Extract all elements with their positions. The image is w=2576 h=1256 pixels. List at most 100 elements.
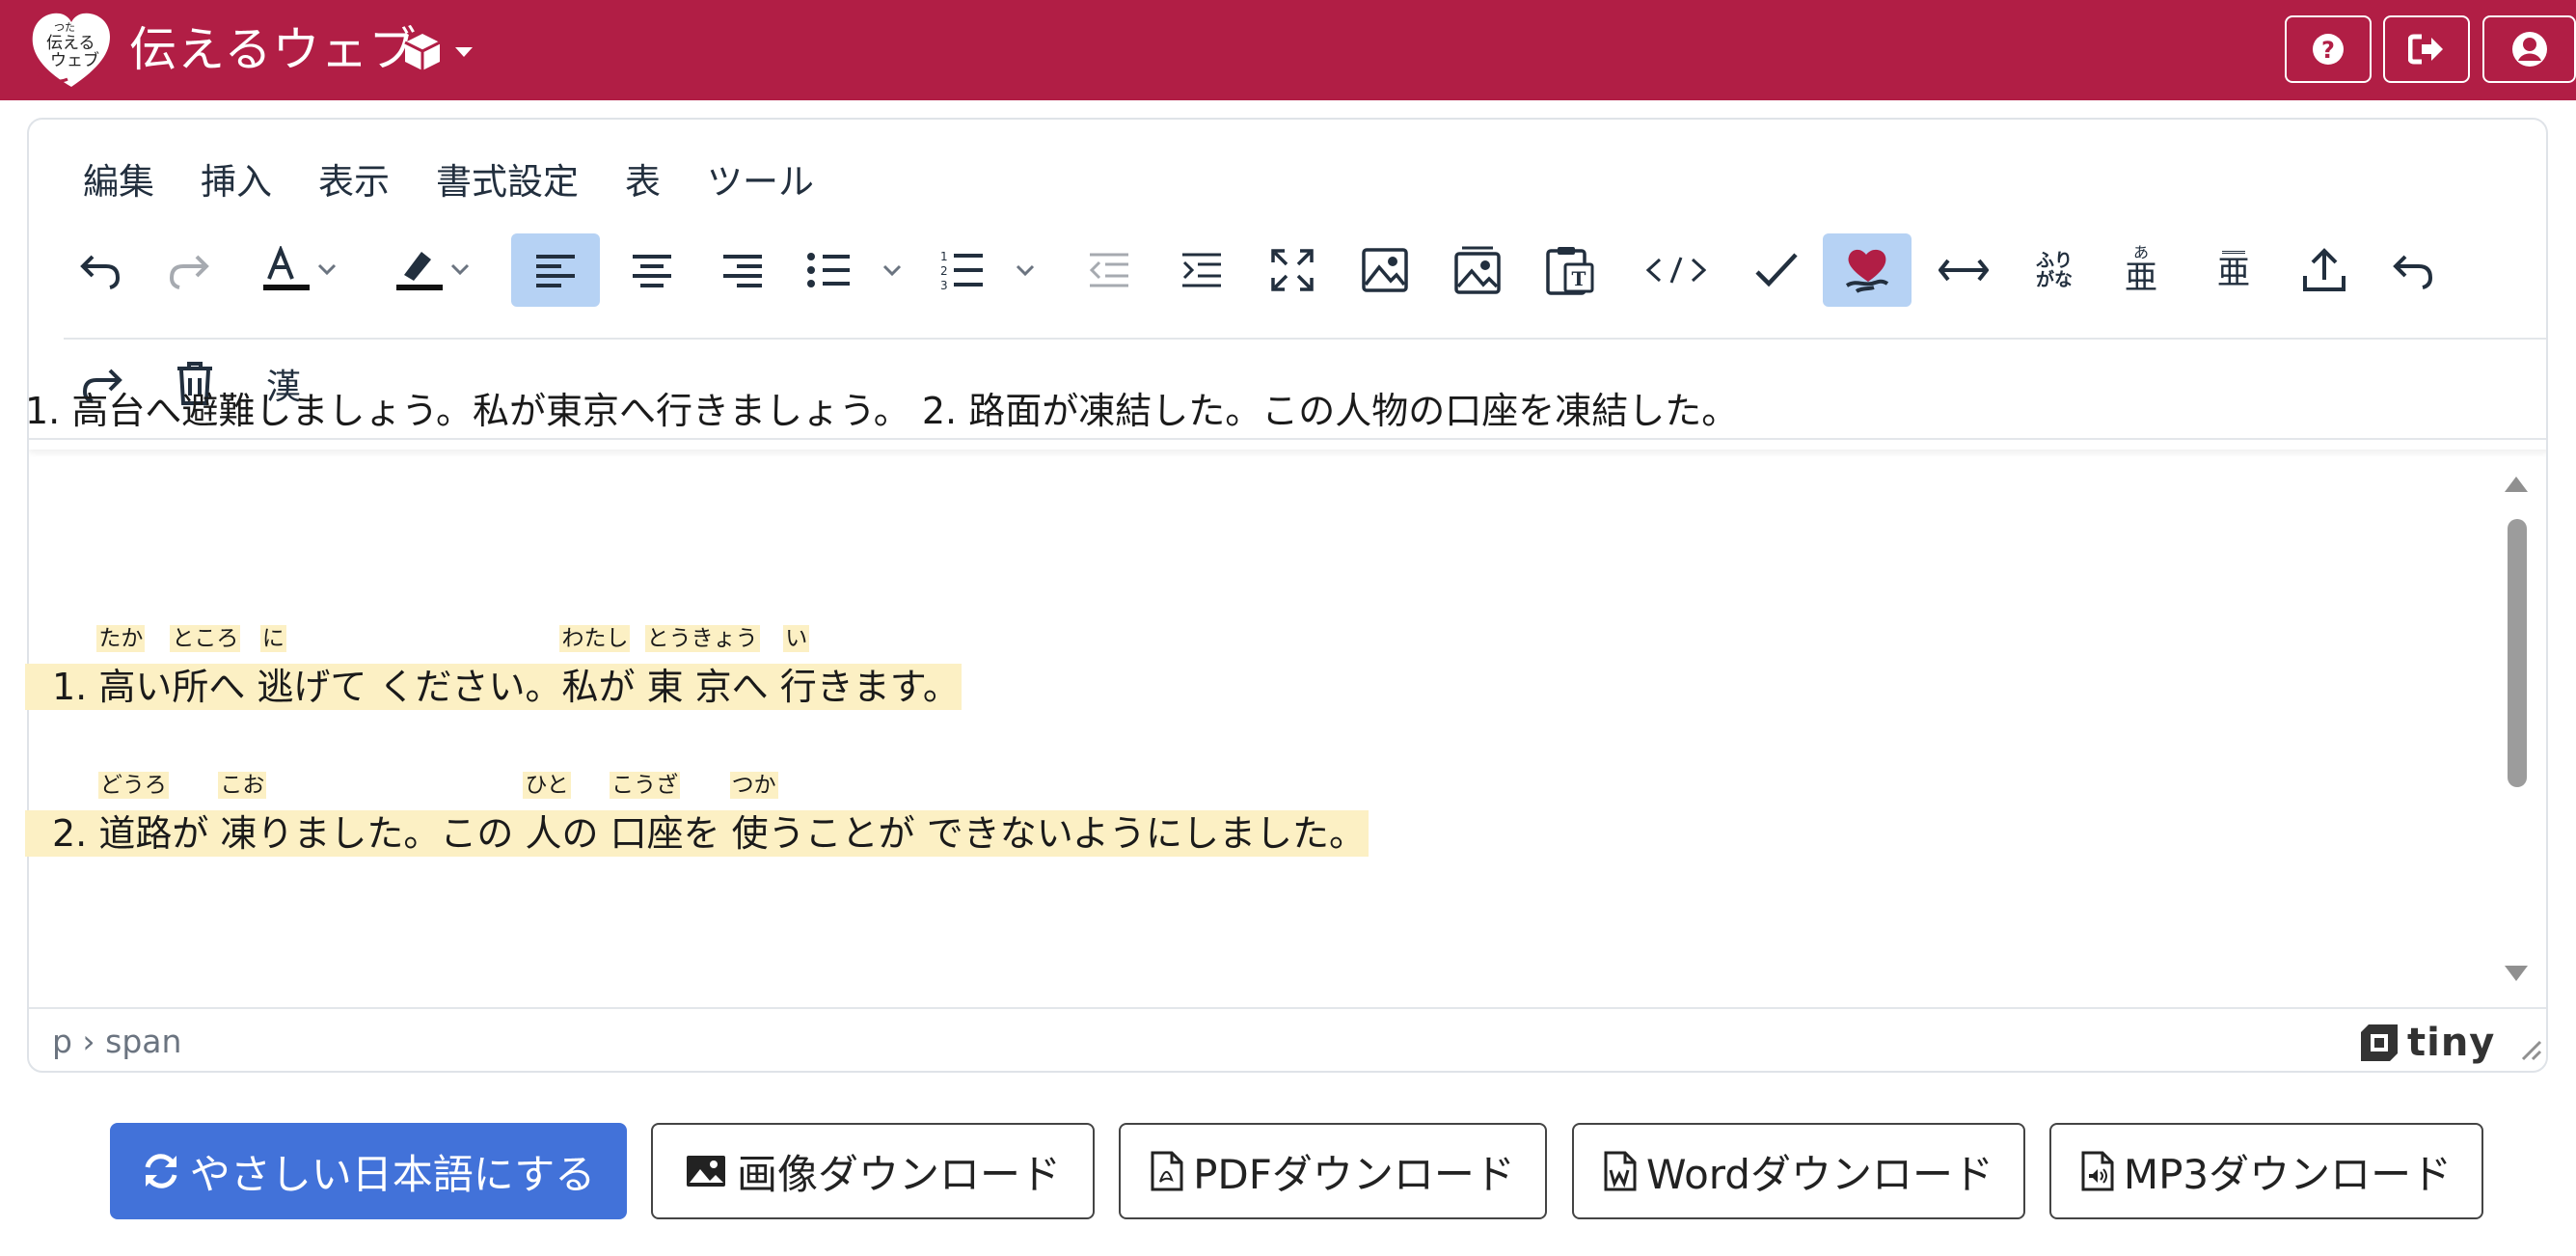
undo-button[interactable] [69, 233, 131, 307]
align-center-button[interactable] [613, 233, 691, 307]
bullet-list-button[interactable] [800, 233, 916, 307]
app-header: つた 伝える ウェブ 伝えるウェブ ? [0, 0, 2576, 100]
outdent-button[interactable] [1071, 233, 1148, 307]
logout-button[interactable] [2383, 15, 2470, 83]
simplify-japanese-button[interactable]: やさしい日本語にする [110, 1123, 627, 1219]
ruby-below-button[interactable]: 亜 [2195, 233, 2272, 307]
ruby-base-text: い [135, 666, 173, 708]
word-download-button[interactable]: Wordダウンロード [1572, 1123, 2025, 1219]
ruby-base-text: 1. [52, 666, 88, 708]
ruby-reading: に [259, 625, 286, 652]
paste-text-icon: T [1546, 247, 1594, 295]
pdf-download-button[interactable]: PDFダウンロード [1119, 1123, 1547, 1219]
align-left-button[interactable] [511, 233, 600, 307]
menu-edit[interactable]: 編集 [29, 149, 177, 216]
menu-view[interactable]: 表示 [295, 149, 413, 216]
source-code-button[interactable] [1636, 233, 1717, 307]
ruby-reading: こお [218, 772, 267, 799]
ruby-reading: ところ [170, 625, 241, 652]
ruby-base-text: 使 [731, 812, 769, 855]
menu-format[interactable]: 書式設定 [413, 149, 602, 216]
ruby-base-text: へ [208, 666, 246, 708]
ruby-base-text: の [561, 812, 599, 855]
horizontal-arrows-icon [1939, 259, 1989, 282]
ruby-base-text: 道路 [98, 812, 173, 855]
ruby-reading: どうろ [97, 772, 169, 799]
mp3-download-button[interactable]: MP3ダウンロード [2049, 1123, 2483, 1219]
ruby-reading: わたし [559, 625, 631, 652]
logo-main-text: 伝える [46, 34, 95, 53]
app-logo[interactable]: つた 伝える ウェブ [29, 10, 114, 91]
user-icon [2511, 32, 2547, 67]
pdf-download-label: PDFダウンロード [1193, 1150, 1515, 1198]
tiny-brand-text: tiny [2407, 1021, 2496, 1065]
indent-button[interactable] [1163, 233, 1240, 307]
svg-text:T: T [1572, 267, 1586, 290]
ruby-base-text: が [172, 812, 209, 855]
image-download-icon [686, 1156, 725, 1187]
ruby-base-text: を [683, 812, 720, 855]
toolbar-bottom-border [29, 438, 2546, 450]
ruby-base-text: へ [731, 666, 769, 708]
element-path[interactable]: p › span [52, 1023, 181, 1060]
ruby-reading: とうきょう [644, 625, 760, 652]
menu-table[interactable]: 表 [602, 149, 684, 216]
ruby-base-text: 高 [98, 666, 136, 708]
refresh-icon [145, 1154, 177, 1188]
furigana-icon: ふり がな [2035, 250, 2073, 290]
highlight-color-button[interactable] [390, 233, 476, 307]
edit-image-button[interactable] [1439, 233, 1516, 307]
undo-alt-button[interactable] [2374, 233, 2452, 307]
ruby-below-icon: 亜 [2217, 253, 2250, 292]
svg-text:1: 1 [940, 250, 948, 263]
image-download-button[interactable]: 画像ダウンロード [651, 1123, 1095, 1219]
help-icon: ? [2313, 34, 2344, 65]
text-color-button[interactable] [257, 233, 343, 307]
bullet-list-icon [807, 253, 902, 287]
redo-button[interactable] [158, 233, 220, 307]
align-center-icon [633, 255, 671, 287]
easy-japanese-button[interactable] [1823, 233, 1912, 307]
menu-tools[interactable]: ツール [684, 149, 837, 216]
furigana-button[interactable]: ふり がな [2016, 233, 2093, 307]
numbered-list-button[interactable]: 123 [935, 233, 1051, 307]
paragraph-original[interactable]: 1. 高台へ避難しましょう。私が東京へ行きましょう。 2. 路面が凍結した。この… [25, 381, 1738, 434]
user-account-button[interactable] [2482, 15, 2576, 83]
spellcheck-button[interactable] [1738, 233, 1815, 307]
scroll-down-arrow[interactable] [2505, 966, 2528, 981]
word-download-label: Wordダウンロード [1646, 1150, 1993, 1198]
redo-icon [169, 255, 209, 289]
toolbar-row-separator [64, 338, 2546, 340]
ruby-base-text: りました。この [257, 812, 514, 855]
ruby-base-text: 行 [779, 666, 817, 708]
tiny-brand[interactable]: tiny [2359, 1019, 2495, 1067]
upload-button[interactable] [2286, 233, 2363, 307]
scrollbar-thumb[interactable] [2508, 519, 2527, 787]
image-icon [1362, 248, 1408, 292]
project-dropdown-button[interactable] [403, 25, 496, 79]
ruby-base-text: 所 [172, 666, 209, 708]
ruby-base-text: 逃 [257, 666, 294, 708]
upload-icon [2303, 248, 2346, 291]
resize-handle-icon[interactable] [2517, 1036, 2542, 1061]
fullscreen-button[interactable] [1254, 233, 1331, 307]
ruby-base-text: 私 [561, 666, 599, 708]
help-button[interactable]: ? [2285, 15, 2372, 83]
sign-out-icon [2408, 34, 2443, 65]
ruby-reading: たか [96, 625, 146, 652]
ruby-above-button[interactable]: あ 亜 [2102, 233, 2180, 307]
numbered-list-icon: 123 [940, 250, 1035, 291]
horizontal-expand-button[interactable] [1925, 233, 2002, 307]
cube-icon [404, 34, 441, 70]
scroll-up-arrow[interactable] [2505, 477, 2528, 492]
checkmark-icon [1755, 253, 1798, 287]
paste-text-button[interactable]: T [1532, 233, 1609, 307]
heart-hand-icon [1845, 249, 1889, 293]
indent-icon [1182, 253, 1221, 287]
app-title: 伝えるウェブ [129, 22, 418, 77]
insert-image-button[interactable] [1346, 233, 1424, 307]
align-right-button[interactable] [704, 233, 781, 307]
menu-insert[interactable]: 挿入 [177, 149, 295, 216]
ruby-reading: つか [729, 772, 778, 799]
ruby-base-text: 人 [525, 812, 562, 855]
